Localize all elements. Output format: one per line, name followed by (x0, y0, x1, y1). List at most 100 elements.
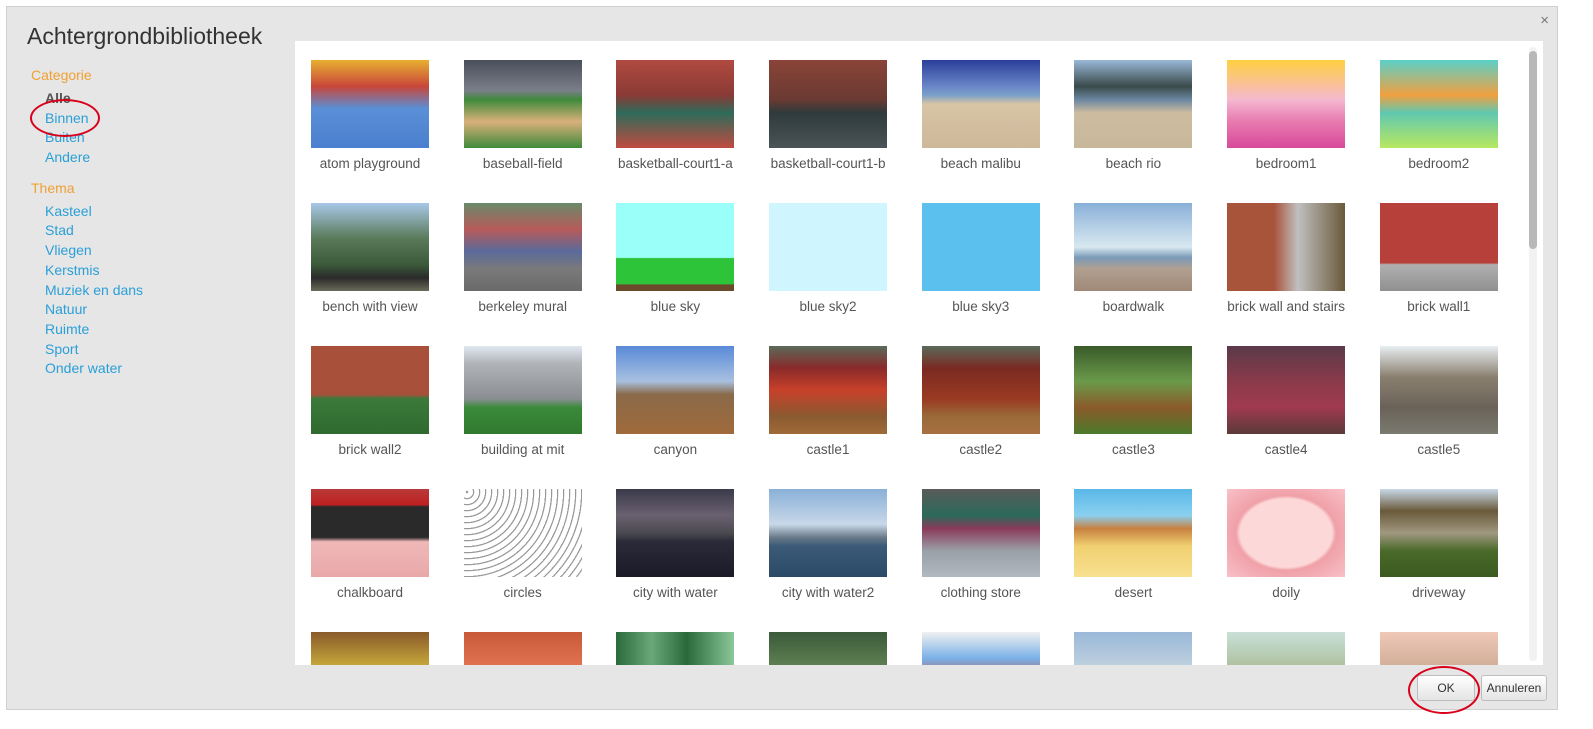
backdrop-tile[interactable] (311, 632, 429, 665)
backdrop-thumbnail[interactable] (921, 632, 1040, 665)
theme-sport[interactable]: Sport (31, 340, 281, 360)
cancel-button[interactable]: Annuleren (1481, 675, 1547, 701)
category-alle[interactable]: Alle (31, 89, 281, 109)
backdrop-thumbnail[interactable] (616, 489, 735, 577)
backdrop-thumbnail[interactable] (769, 346, 888, 434)
backdrop-tile[interactable] (1379, 632, 1498, 665)
backdrop-thumbnail[interactable] (1379, 632, 1498, 665)
theme-muziek-en-dans[interactable]: Muziek en dans (31, 281, 281, 301)
backdrop-tile[interactable]: blue sky (616, 203, 735, 322)
backdrop-thumbnail[interactable] (921, 203, 1040, 291)
backdrop-tile[interactable]: castle3 (1074, 346, 1193, 465)
backdrop-tile[interactable]: basketball-court1-a (616, 60, 735, 179)
ok-button[interactable]: OK (1417, 675, 1475, 701)
backdrop-tile[interactable]: castle1 (769, 346, 888, 465)
backdrop-thumbnail[interactable] (1074, 632, 1193, 665)
backdrop-tile[interactable]: building at mit (463, 346, 582, 465)
backdrop-thumbnail[interactable] (1379, 60, 1498, 148)
backdrop-thumbnail[interactable] (311, 60, 429, 148)
backdrop-thumbnail[interactable] (921, 60, 1040, 148)
backdrop-tile[interactable]: bedroom2 (1379, 60, 1498, 179)
close-icon[interactable]: × (1540, 13, 1549, 29)
backdrop-thumbnail[interactable] (769, 203, 888, 291)
backdrop-thumbnail[interactable] (616, 346, 735, 434)
backdrop-tile[interactable]: castle2 (921, 346, 1040, 465)
backdrop-tile[interactable]: blue sky2 (769, 203, 888, 322)
vertical-scrollbar[interactable] (1529, 47, 1537, 661)
backdrop-thumbnail[interactable] (1227, 489, 1346, 577)
backdrop-thumbnail[interactable] (921, 489, 1040, 577)
theme-kasteel[interactable]: Kasteel (31, 202, 281, 222)
backdrop-thumbnail[interactable] (1227, 346, 1346, 434)
backdrop-tile[interactable]: chalkboard (311, 489, 429, 608)
backdrop-thumbnail[interactable] (311, 203, 429, 291)
backdrop-thumbnail[interactable] (769, 632, 888, 665)
backdrop-tile[interactable] (1227, 632, 1346, 665)
backdrop-tile[interactable]: brick wall2 (311, 346, 429, 465)
backdrop-thumbnail[interactable] (1227, 203, 1346, 291)
backdrop-thumbnail[interactable] (616, 60, 735, 148)
backdrop-thumbnail[interactable] (463, 203, 582, 291)
backdrop-tile[interactable]: boardwalk (1074, 203, 1193, 322)
backdrop-tile[interactable]: castle5 (1379, 346, 1498, 465)
backdrop-thumbnail[interactable] (311, 346, 429, 434)
backdrop-tile[interactable]: doily (1227, 489, 1346, 608)
backdrop-thumbnail[interactable] (1074, 60, 1193, 148)
backdrop-tile[interactable]: city with water2 (769, 489, 888, 608)
backdrop-tile[interactable] (463, 632, 582, 665)
backdrop-thumbnail[interactable] (616, 632, 735, 665)
category-buiten[interactable]: Buiten (31, 128, 281, 148)
backdrop-thumbnail[interactable] (1379, 489, 1498, 577)
backdrop-tile[interactable]: clothing store (921, 489, 1040, 608)
backdrop-tile[interactable] (1074, 632, 1193, 665)
backdrop-tile[interactable]: beach malibu (921, 60, 1040, 179)
scrollbar-thumb[interactable] (1529, 51, 1537, 249)
backdrop-tile[interactable]: basketball-court1-b (769, 60, 888, 179)
backdrop-tile[interactable]: brick wall and stairs (1227, 203, 1346, 322)
category-andere[interactable]: Andere (31, 148, 281, 168)
backdrop-tile[interactable]: desert (1074, 489, 1193, 608)
theme-ruimte[interactable]: Ruimte (31, 320, 281, 340)
backdrop-tile[interactable]: bedroom1 (1227, 60, 1346, 179)
backdrop-thumbnail[interactable] (311, 632, 429, 665)
backdrop-thumbnail[interactable] (463, 346, 582, 434)
category-binnen[interactable]: Binnen (31, 109, 281, 129)
backdrop-tile[interactable]: atom playground (311, 60, 429, 179)
backdrop-thumbnail[interactable] (616, 203, 735, 291)
backdrop-tile[interactable]: circles (463, 489, 582, 608)
backdrop-thumbnail[interactable] (463, 489, 582, 577)
backdrop-thumbnail[interactable] (463, 60, 582, 148)
backdrop-tile[interactable] (616, 632, 735, 665)
theme-stad[interactable]: Stad (31, 221, 281, 241)
backdrop-thumbnail[interactable] (463, 632, 582, 665)
backdrop-thumbnail[interactable] (769, 60, 888, 148)
backdrop-thumbnail[interactable] (1074, 203, 1193, 291)
category-list: Alle Binnen Buiten Andere (31, 89, 281, 168)
backdrop-tile[interactable]: bench with view (311, 203, 429, 322)
theme-onder-water[interactable]: Onder water (31, 359, 281, 379)
backdrop-thumbnail[interactable] (1227, 60, 1346, 148)
backdrop-thumbnail[interactable] (311, 489, 429, 577)
backdrop-thumbnail[interactable] (1379, 203, 1498, 291)
backdrop-tile[interactable]: canyon (616, 346, 735, 465)
theme-natuur[interactable]: Natuur (31, 300, 281, 320)
backdrop-tile[interactable]: beach rio (1074, 60, 1193, 179)
backdrop-tile[interactable]: driveway (1379, 489, 1498, 608)
backdrop-thumbnail[interactable] (1379, 346, 1498, 434)
theme-kerstmis[interactable]: Kerstmis (31, 261, 281, 281)
backdrop-tile[interactable]: brick wall1 (1379, 203, 1498, 322)
backdrop-tile[interactable] (921, 632, 1040, 665)
backdrop-tile[interactable]: city with water (616, 489, 735, 608)
backdrop-thumbnail[interactable] (1074, 489, 1193, 577)
backdrop-tile[interactable] (769, 632, 888, 665)
theme-vliegen[interactable]: Vliegen (31, 241, 281, 261)
backdrop-thumbnail[interactable] (769, 489, 888, 577)
backdrop-thumbnail[interactable] (1227, 632, 1346, 665)
backdrop-tile[interactable]: blue sky3 (921, 203, 1040, 322)
backdrop-tile[interactable]: castle4 (1227, 346, 1346, 465)
backdrop-tile[interactable]: berkeley mural (463, 203, 582, 322)
backdrop-thumbnail[interactable] (921, 346, 1040, 434)
backdrop-label: beach malibu (940, 156, 1021, 171)
backdrop-tile[interactable]: baseball-field (463, 60, 582, 179)
backdrop-thumbnail[interactable] (1074, 346, 1193, 434)
